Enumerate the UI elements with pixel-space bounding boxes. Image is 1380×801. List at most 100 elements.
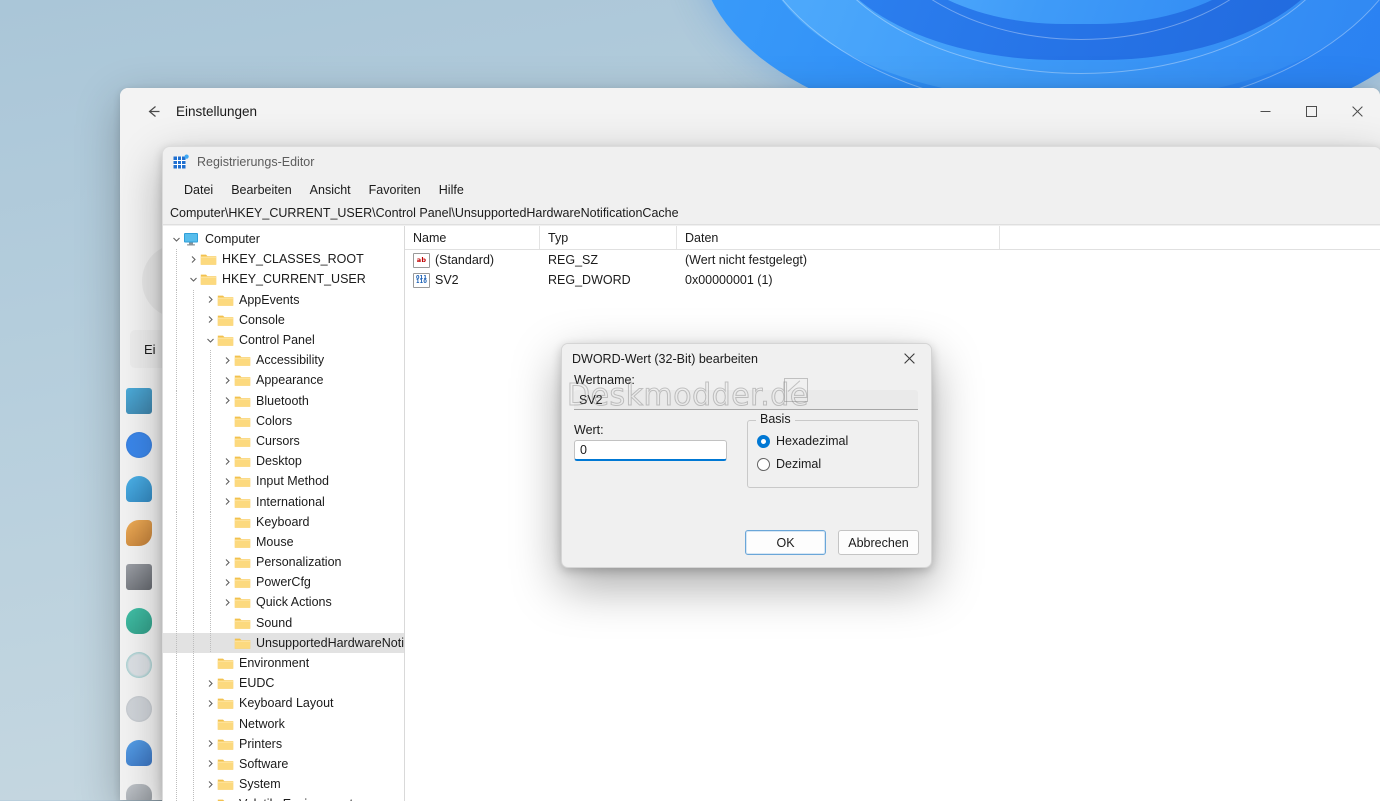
menu-ansicht[interactable]: Ansicht (301, 180, 360, 200)
tree-node[interactable]: HKEY_CLASSES_ROOT (163, 249, 404, 270)
minimize-button[interactable] (1242, 88, 1288, 134)
tree-node[interactable]: Cursors (163, 430, 404, 452)
chevron-right-icon[interactable] (220, 457, 234, 466)
bluetooth-icon[interactable] (126, 432, 152, 458)
chevron-right-icon[interactable] (203, 759, 217, 768)
tree-node[interactable]: AppEvents (163, 289, 404, 310)
tree-node[interactable]: UnsupportedHardwareNotificationCache (163, 632, 404, 653)
registry-editor-titlebar: Registrierungs-Editor (163, 147, 1380, 177)
tree-node[interactable]: Input Method (163, 471, 404, 492)
tree-node[interactable]: Control Panel (163, 329, 404, 351)
tree-guide-line (210, 572, 211, 593)
chevron-right-icon[interactable] (203, 315, 217, 324)
tree-node[interactable]: Keyboard Layout (163, 693, 404, 714)
wertname-input[interactable] (574, 390, 918, 410)
wert-input[interactable] (574, 440, 727, 461)
tree-node[interactable]: Computer (163, 229, 404, 249)
tree-guide-line (193, 652, 194, 674)
tree-node[interactable]: Accessibility (163, 350, 404, 371)
tree-guide-line (176, 329, 177, 351)
time-language-icon[interactable] (126, 652, 152, 678)
tree-node[interactable]: HKEY_CURRENT_USER (163, 269, 404, 290)
apps-icon[interactable] (126, 564, 152, 590)
close-button[interactable] (1334, 88, 1380, 134)
close-icon[interactable] (887, 344, 931, 373)
folder-icon (234, 434, 251, 448)
tree-node[interactable]: Printers (163, 733, 404, 754)
chevron-down-icon[interactable] (169, 235, 183, 244)
chevron-right-icon[interactable] (186, 255, 200, 264)
column-header-daten[interactable]: Daten (677, 226, 1000, 249)
tree-node[interactable]: Console (163, 309, 404, 330)
registry-address-bar[interactable]: Computer\HKEY_CURRENT_USER\Control Panel… (163, 202, 1380, 225)
tree-node[interactable]: International (163, 491, 404, 512)
chevron-right-icon[interactable] (203, 780, 217, 789)
folder-icon (234, 636, 251, 650)
chevron-right-icon[interactable] (220, 558, 234, 567)
tree-node[interactable]: Personalization (163, 552, 404, 573)
ok-button[interactable]: OK (745, 530, 826, 555)
radio-hexadezimal[interactable]: Hexadezimal (757, 434, 918, 448)
tree-guide-line (176, 652, 177, 674)
registry-editor-icon (173, 154, 189, 170)
radio-dezimal[interactable]: Dezimal (757, 457, 918, 471)
menu-hilfe[interactable]: Hilfe (430, 180, 473, 200)
chevron-down-icon[interactable] (186, 275, 200, 284)
chevron-right-icon[interactable] (220, 396, 234, 405)
tree-node[interactable]: Keyboard (163, 511, 404, 532)
tree-guide-line (193, 491, 194, 512)
value-name-cell: ab (Standard) (405, 252, 540, 268)
radio-unselected-icon (757, 457, 770, 471)
tree-node[interactable]: Software (163, 753, 404, 775)
column-header-name[interactable]: Name (405, 226, 540, 249)
tree-node[interactable]: Sound (163, 612, 404, 633)
tree-guide-line (210, 531, 211, 552)
gaming-icon[interactable] (126, 696, 152, 722)
tree-node[interactable]: Network (163, 713, 404, 734)
tree-guide-line (210, 451, 211, 472)
menu-favoriten[interactable]: Favoriten (360, 180, 430, 200)
tree-node[interactable]: Appearance (163, 370, 404, 391)
accounts-icon[interactable] (126, 608, 152, 634)
tree-guide-line (210, 592, 211, 613)
table-row[interactable]: 011 110 SV2 REG_DWORD 0x00000001 (1) (405, 270, 1380, 290)
cancel-button[interactable]: Abbrechen (838, 530, 919, 555)
tree-node[interactable]: PowerCfg (163, 572, 404, 593)
tree-node[interactable]: Mouse (163, 531, 404, 552)
chevron-right-icon[interactable] (203, 699, 217, 708)
chevron-right-icon[interactable] (220, 578, 234, 587)
menu-bearbeiten[interactable]: Bearbeiten (222, 180, 300, 200)
tree-node[interactable]: Environment (163, 652, 404, 674)
chevron-right-icon[interactable] (203, 679, 217, 688)
network-icon[interactable] (126, 476, 152, 502)
menu-datei[interactable]: Datei (175, 180, 222, 200)
column-header-typ[interactable]: Typ (540, 226, 677, 249)
tree-node[interactable]: Desktop (163, 451, 404, 472)
display-icon[interactable] (126, 388, 152, 414)
tree-guide-line (193, 531, 194, 552)
maximize-button[interactable] (1288, 88, 1334, 134)
value-data-cell: (Wert nicht festgelegt) (685, 253, 808, 267)
tree-node[interactable]: Colors (163, 410, 404, 431)
tree-node[interactable]: EUDC (163, 673, 404, 694)
chevron-right-icon[interactable] (220, 376, 234, 385)
dialog-titlebar: DWORD-Wert (32-Bit) bearbeiten (562, 344, 931, 373)
personalization-icon[interactable] (126, 520, 152, 546)
chevron-right-icon[interactable] (203, 739, 217, 748)
privacy-security-icon[interactable] (126, 784, 152, 800)
chevron-right-icon[interactable] (220, 497, 234, 506)
tree-node[interactable]: System (163, 774, 404, 795)
tree-guide-line (210, 612, 211, 633)
accessibility-icon[interactable] (126, 740, 152, 766)
chevron-right-icon[interactable] (220, 477, 234, 486)
chevron-right-icon[interactable] (203, 295, 217, 304)
chevron-right-icon[interactable] (220, 356, 234, 365)
tree-node[interactable]: Bluetooth (163, 390, 404, 411)
registry-tree-pane[interactable]: Computer HKEY_CLASSES_ROOT HKEY_CURRENT_US… (163, 226, 405, 801)
table-row[interactable]: ab (Standard) REG_SZ (Wert nicht festgelegt… (405, 250, 1380, 270)
chevron-down-icon[interactable] (203, 336, 217, 345)
tree-guide-line (176, 774, 177, 795)
tree-node[interactable]: Quick Actions (163, 592, 404, 613)
chevron-right-icon[interactable] (220, 598, 234, 607)
back-arrow-icon[interactable] (136, 94, 170, 128)
